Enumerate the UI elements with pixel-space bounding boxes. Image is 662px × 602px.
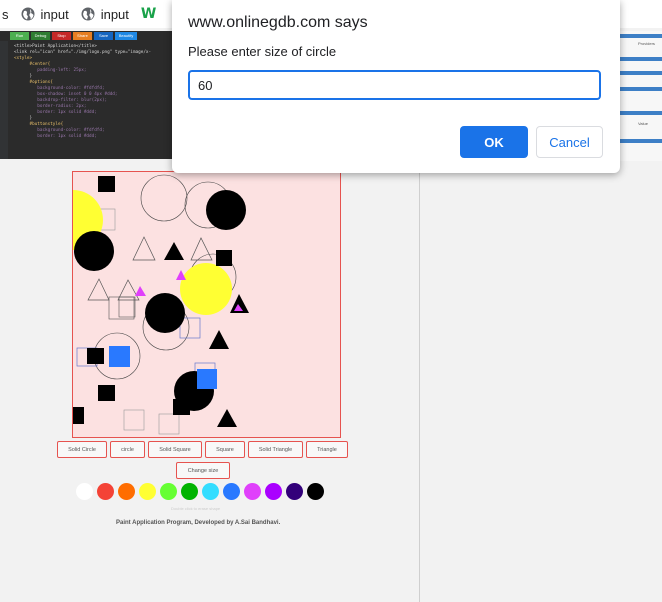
solid-square-blue: [197, 369, 217, 389]
solid-triangle: [217, 409, 237, 427]
solid-square: [173, 399, 190, 415]
bookmark-item-input-1[interactable]: input: [21, 7, 69, 22]
footer-credit: Paint Application Program, Developed by …: [116, 520, 281, 526]
color-swatch-yellow[interactable]: [139, 483, 156, 500]
color-swatch-indigo[interactable]: [286, 483, 303, 500]
solid-square: [98, 176, 115, 192]
globe-icon: [21, 7, 34, 21]
color-swatch-orange[interactable]: [118, 483, 135, 500]
solid-triangle: [209, 330, 229, 349]
size-input[interactable]: [188, 70, 601, 100]
stop-button[interactable]: Stop: [52, 32, 71, 40]
color-swatch-black[interactable]: [307, 483, 324, 500]
solid-triangle: [164, 242, 184, 260]
color-swatch-blue[interactable]: [223, 483, 240, 500]
color-swatch-lime[interactable]: [160, 483, 177, 500]
solid-triangle-button[interactable]: Solid Triangle: [248, 441, 303, 458]
solid-circle: [145, 293, 185, 333]
color-swatch-green[interactable]: [181, 483, 198, 500]
w3schools-icon: W: [140, 6, 157, 22]
solid-circle-yellow: [180, 263, 232, 315]
hollow-triangle: [190, 237, 213, 261]
solid-square: [98, 385, 115, 401]
triangle-button[interactable]: Triangle: [306, 441, 348, 458]
beautify-button[interactable]: Beautify: [115, 32, 137, 40]
color-swatch-pink[interactable]: [244, 483, 261, 500]
solid-square-button[interactable]: Solid Square: [148, 441, 202, 458]
color-swatch-red[interactable]: [97, 483, 114, 500]
solid-square: [216, 250, 232, 266]
right-side-panel: Providers Value: [620, 31, 662, 161]
value-label: Value: [638, 121, 648, 126]
color-swatch-white[interactable]: [76, 483, 93, 500]
dialog-title: www.onlinegdb.com says: [188, 14, 368, 31]
solid-circle-button[interactable]: Solid Circle: [57, 441, 107, 458]
save-button[interactable]: Save: [94, 32, 113, 40]
preview-divider: [419, 161, 420, 602]
hollow-triangle: [87, 278, 110, 301]
run-button[interactable]: Run: [10, 32, 29, 40]
bookmark-label: s: [2, 6, 9, 22]
cancel-button[interactable]: Cancel: [536, 126, 603, 158]
change-size-button[interactable]: Change size: [176, 462, 230, 479]
debug-button[interactable]: Debug: [31, 32, 50, 40]
globe-icon: [81, 7, 95, 21]
ok-button[interactable]: OK: [460, 126, 528, 158]
code-line: <link rel="icon" href="./img/logo.png" t…: [14, 50, 152, 55]
hollow-triangle: [132, 236, 156, 261]
color-palette: [76, 483, 324, 501]
code-editor[interactable]: <title>Paint Application</title> <link r…: [0, 41, 172, 159]
hollow-circle: [140, 174, 188, 222]
solid-square-blue: [109, 346, 130, 367]
canvas-shapes: [73, 174, 249, 435]
bookmark-label: input: [100, 6, 129, 22]
editor-toolbar: Run Debug Stop Share Save Beautify: [0, 31, 172, 41]
solid-triangle-purple: [135, 286, 146, 296]
line-gutter: [0, 41, 8, 159]
square-button[interactable]: Square: [205, 441, 245, 458]
prompt-dialog: www.onlinegdb.com says Please enter size…: [172, 0, 620, 173]
bookmark-item-input-2[interactable]: input: [81, 7, 129, 22]
drawing-canvas[interactable]: [72, 171, 341, 438]
hollow-square: [158, 413, 180, 435]
bookmark-label: input: [40, 6, 69, 22]
color-swatch-purple[interactable]: [265, 483, 282, 500]
solid-circle: [206, 190, 246, 230]
circle-button[interactable]: circle: [110, 441, 145, 458]
code-line: border: 1px solid #ddd;: [14, 134, 97, 139]
erase-hint: Double click to erase shape: [171, 506, 221, 511]
providers-label: Providers: [638, 41, 655, 46]
bookmark-item[interactable]: s: [2, 7, 9, 22]
solid-circle: [74, 231, 114, 271]
color-swatch-cyan[interactable]: [202, 483, 219, 500]
dialog-message: Please enter size of circle: [188, 44, 337, 59]
shape-buttons-row: Solid Circle circle Solid Square Square …: [0, 441, 420, 459]
solid-square: [87, 348, 104, 364]
share-button[interactable]: Share: [73, 32, 92, 40]
hollow-square: [123, 409, 145, 431]
bookmark-item-w3schools[interactable]: W: [141, 6, 156, 22]
solid-square: [73, 407, 84, 424]
